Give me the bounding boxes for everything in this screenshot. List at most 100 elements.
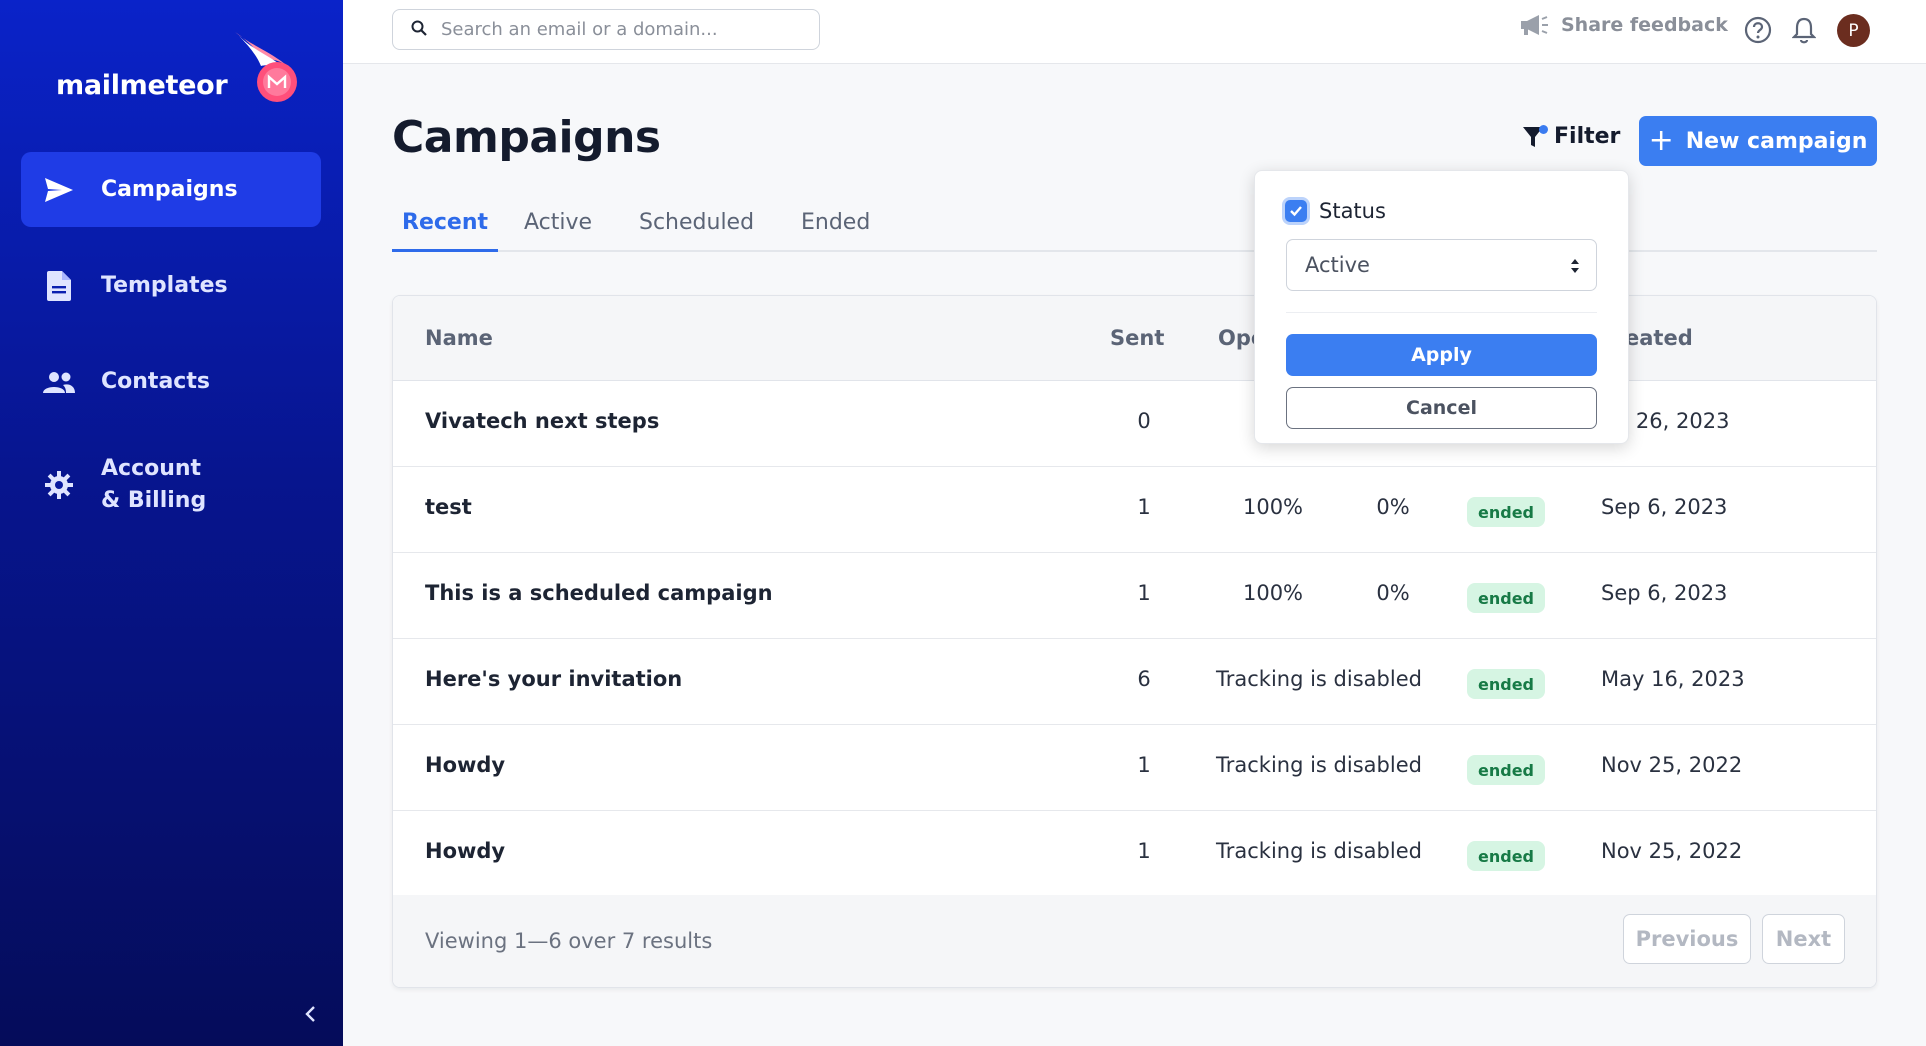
column-header-created[interactable]: eated bbox=[1625, 326, 1693, 350]
share-feedback-label: Share feedback bbox=[1561, 14, 1728, 36]
cancel-filter-button[interactable]: Cancel bbox=[1286, 387, 1597, 429]
sidebar-nav: Campaigns Templates Contacts Account & B… bbox=[21, 152, 321, 551]
document-icon bbox=[41, 268, 77, 304]
status-select[interactable]: Active bbox=[1286, 239, 1597, 291]
table-row[interactable]: Howdy 1 Tracking is disabled ended Nov 2… bbox=[393, 811, 1876, 897]
filter-label: Filter bbox=[1554, 124, 1621, 149]
campaign-name: Howdy bbox=[425, 839, 506, 863]
plus-icon: + bbox=[1648, 123, 1674, 158]
campaign-tabs: Recent Active Scheduled Ended bbox=[392, 204, 1877, 252]
help-icon bbox=[1744, 16, 1772, 44]
column-header-name[interactable]: Name bbox=[425, 326, 493, 350]
logo[interactable]: mailmeteor bbox=[56, 30, 301, 110]
sidebar-item-label: Account & Billing bbox=[101, 453, 206, 517]
tab-ended[interactable]: Ended bbox=[801, 210, 870, 249]
table-header: Name Sent Ope eated bbox=[393, 296, 1876, 381]
created-date: May 16, 2023 bbox=[1601, 667, 1745, 691]
status-badge: ended bbox=[1467, 583, 1545, 613]
sidebar-item-campaigns[interactable]: Campaigns bbox=[21, 152, 321, 227]
new-campaign-label: New campaign bbox=[1685, 128, 1868, 154]
sidebar-item-label: Contacts bbox=[101, 369, 210, 394]
help-button[interactable] bbox=[1744, 16, 1772, 48]
status-badge: ended bbox=[1467, 755, 1545, 785]
sidebar-item-label: Templates bbox=[101, 273, 228, 298]
search-input[interactable] bbox=[441, 19, 801, 40]
checkmark-icon bbox=[1290, 206, 1302, 217]
sidebar-item-label-line2: & Billing bbox=[101, 488, 207, 513]
notifications-button[interactable] bbox=[1791, 16, 1817, 48]
created-date: Sep 6, 2023 bbox=[1601, 495, 1728, 519]
campaign-name: test bbox=[425, 495, 472, 519]
table-row[interactable]: Vivatech next steps 0 0% t 26, 2023 bbox=[393, 381, 1876, 467]
share-feedback-button[interactable]: Share feedback bbox=[1519, 14, 1728, 36]
open-rate: 100% bbox=[1242, 581, 1304, 605]
select-arrows-icon bbox=[1570, 256, 1580, 280]
open-rate: 100% bbox=[1242, 495, 1304, 519]
paper-plane-icon bbox=[41, 172, 77, 208]
megaphone-icon bbox=[1521, 15, 1548, 35]
chevron-left-icon bbox=[304, 1005, 316, 1027]
page-title: Campaigns bbox=[392, 112, 661, 163]
created-date: t 26, 2023 bbox=[1621, 409, 1730, 433]
table-row[interactable]: This is a scheduled campaign 1 100% 0% e… bbox=[393, 553, 1876, 639]
campaign-name: Here's your invitation bbox=[425, 667, 683, 691]
tab-recent[interactable]: Recent bbox=[392, 210, 499, 252]
popover-divider bbox=[1286, 312, 1597, 313]
sidebar-item-label: Campaigns bbox=[101, 177, 238, 202]
created-date: Nov 25, 2022 bbox=[1601, 753, 1743, 777]
column-header-sent[interactable]: Sent bbox=[1110, 326, 1164, 350]
gear-icon bbox=[41, 467, 77, 503]
previous-page-button[interactable]: Previous bbox=[1623, 914, 1751, 964]
sidebar-item-templates[interactable]: Templates bbox=[21, 248, 321, 323]
sent-count: 1 bbox=[1137, 581, 1151, 605]
tab-scheduled[interactable]: Scheduled bbox=[639, 210, 754, 249]
status-badge: ended bbox=[1467, 841, 1545, 871]
created-date: Nov 25, 2022 bbox=[1601, 839, 1743, 863]
next-page-button[interactable]: Next bbox=[1762, 914, 1845, 964]
people-icon bbox=[41, 364, 77, 400]
campaigns-table: Name Sent Ope eated Vivatech next steps … bbox=[392, 295, 1877, 988]
sidebar-item-label-line1: Account bbox=[101, 456, 202, 481]
status-checkbox[interactable] bbox=[1285, 200, 1307, 222]
logo-text: mailmeteor bbox=[56, 69, 228, 101]
campaign-name: This is a scheduled campaign bbox=[425, 581, 773, 605]
search-box[interactable] bbox=[392, 9, 820, 50]
table-row[interactable]: Howdy 1 Tracking is disabled ended Nov 2… bbox=[393, 725, 1876, 811]
tracking-disabled-text: Tracking is disabled bbox=[1216, 753, 1422, 777]
status-select-value: Active bbox=[1305, 253, 1370, 277]
meteor-logo-icon bbox=[229, 30, 301, 110]
search-icon bbox=[411, 20, 427, 40]
new-campaign-button[interactable]: + New campaign bbox=[1639, 116, 1877, 166]
filter-popover: Status Active Apply Cancel bbox=[1254, 170, 1629, 444]
status-badge: ended bbox=[1467, 669, 1545, 699]
tracking-disabled-text: Tracking is disabled bbox=[1216, 839, 1422, 863]
table-row[interactable]: Here's your invitation 6 Tracking is dis… bbox=[393, 639, 1876, 725]
campaign-name: Vivatech next steps bbox=[425, 409, 660, 433]
bell-icon bbox=[1791, 17, 1817, 44]
created-date: Sep 6, 2023 bbox=[1601, 581, 1728, 605]
status-checkbox-label: Status bbox=[1319, 199, 1386, 223]
sidebar-item-account-billing[interactable]: Account & Billing bbox=[21, 440, 321, 530]
sent-count: 0 bbox=[1137, 409, 1151, 433]
click-rate: 0% bbox=[1376, 581, 1410, 605]
click-rate: 0% bbox=[1376, 495, 1410, 519]
filter-button[interactable]: Filter bbox=[1522, 124, 1620, 149]
pagination-summary: Viewing 1—6 over 7 results bbox=[425, 929, 713, 953]
sidebar: mailmeteor Campaigns Templates Contacts … bbox=[0, 0, 343, 1046]
tab-active[interactable]: Active bbox=[524, 210, 592, 249]
tracking-disabled-text: Tracking is disabled bbox=[1216, 667, 1422, 691]
sent-count: 6 bbox=[1137, 667, 1151, 691]
status-badge: ended bbox=[1467, 497, 1545, 527]
table-footer: Viewing 1—6 over 7 results Previous Next bbox=[393, 895, 1876, 987]
sent-count: 1 bbox=[1137, 839, 1151, 863]
collapse-sidebar-button[interactable] bbox=[300, 1004, 320, 1028]
sidebar-item-contacts[interactable]: Contacts bbox=[21, 344, 321, 419]
status-filter-checkbox-row[interactable]: Status bbox=[1285, 199, 1386, 223]
apply-filter-button[interactable]: Apply bbox=[1286, 334, 1597, 376]
sent-count: 1 bbox=[1137, 753, 1151, 777]
topbar: Share feedback P bbox=[343, 0, 1926, 64]
avatar[interactable]: P bbox=[1837, 14, 1870, 47]
table-row[interactable]: test 1 100% 0% ended Sep 6, 2023 bbox=[393, 467, 1876, 553]
campaign-name: Howdy bbox=[425, 753, 506, 777]
sent-count: 1 bbox=[1137, 495, 1151, 519]
